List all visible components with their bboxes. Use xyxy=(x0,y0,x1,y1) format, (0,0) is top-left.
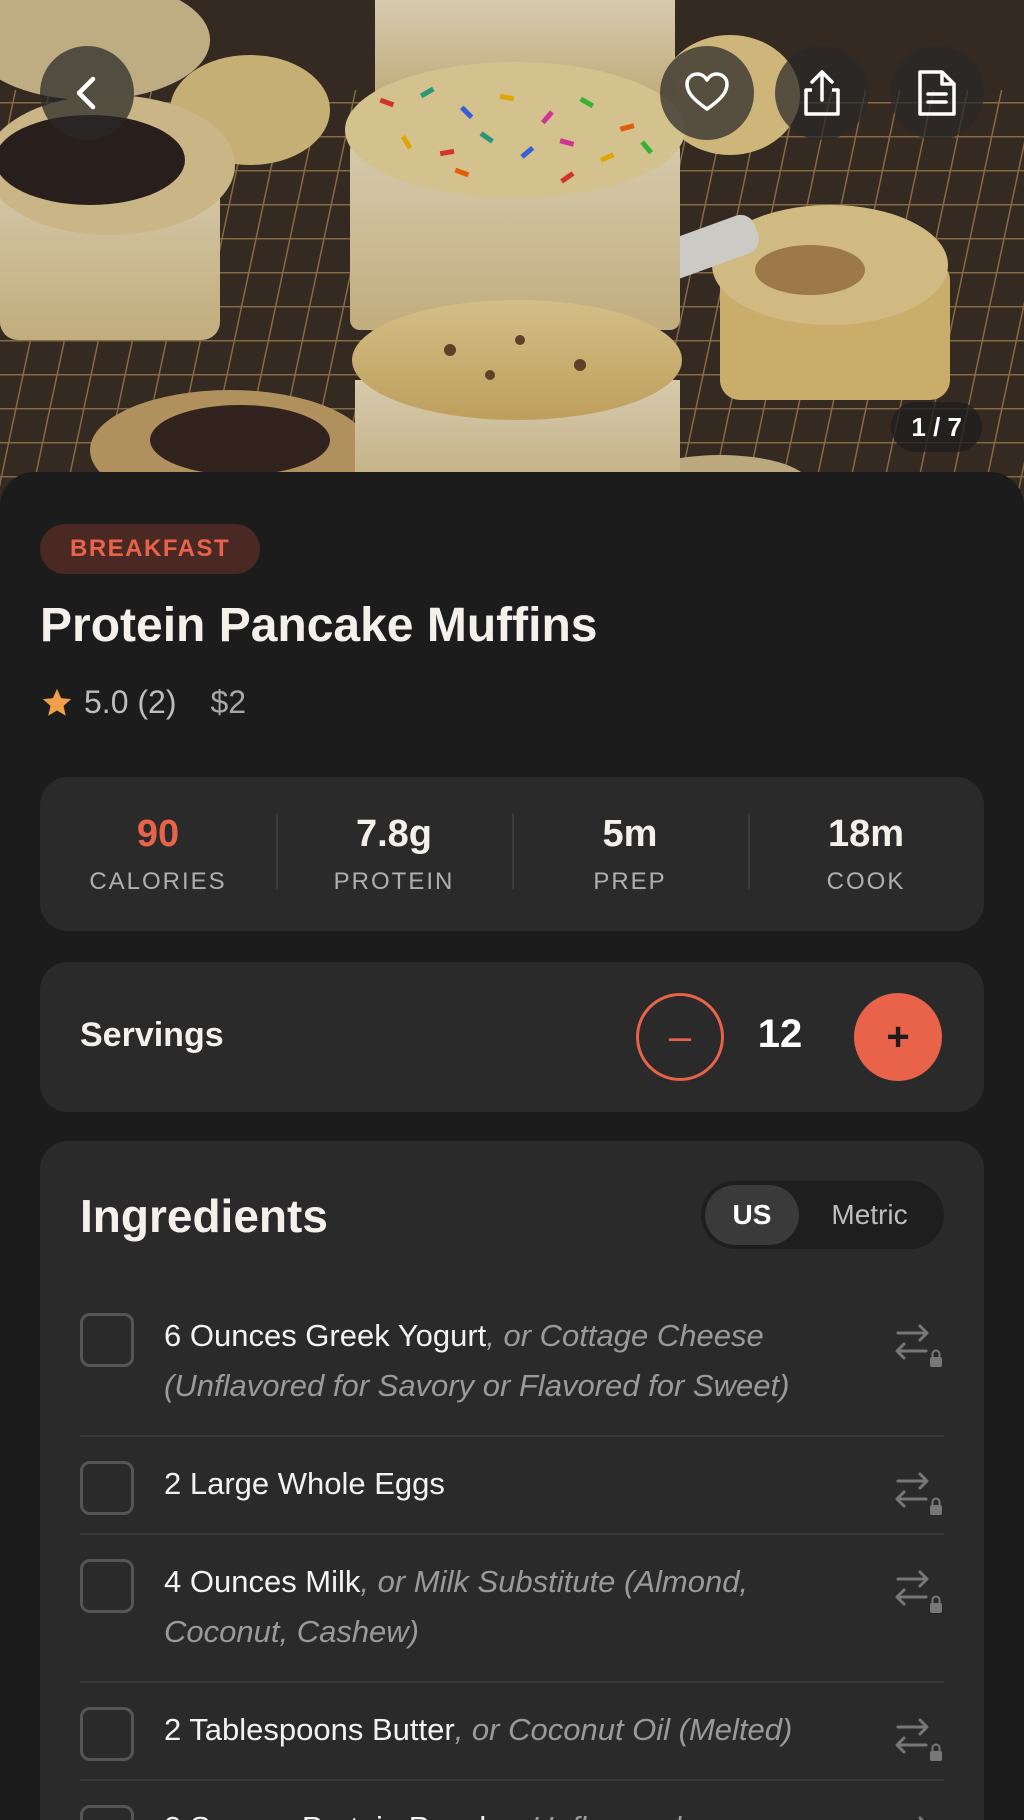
ingredient-row: 6 Ounces Greek Yogurt, or Cottage Cheese… xyxy=(80,1289,944,1437)
ingredients-card: Ingredients US Metric 6 Ounces Greek Yog… xyxy=(40,1141,984,1820)
servings-label: Servings xyxy=(80,1016,224,1054)
stat-value: 90 xyxy=(136,812,180,855)
stat-value: 18m xyxy=(827,812,905,855)
ingredient-main: 2 Tablespoons Butter xyxy=(164,1712,455,1747)
ingredient-checkbox[interactable] xyxy=(80,1559,134,1613)
nutrition-stats: 90 CALORIES 7.8g PROTEIN 5m PREP 18m COO… xyxy=(40,777,984,931)
swap-locked-icon[interactable] xyxy=(892,1319,944,1371)
ingredient-main: 4 Ounces Milk xyxy=(164,1564,361,1599)
swap-locked-icon[interactable] xyxy=(892,1467,944,1519)
share-icon xyxy=(804,70,840,116)
ingredient-text: 4 Ounces Milk, or Milk Substitute (Almon… xyxy=(164,1557,844,1657)
category-badge: BREAKFAST xyxy=(40,524,261,574)
servings-increase-button[interactable]: + xyxy=(854,993,942,1081)
back-button[interactable] xyxy=(40,46,134,140)
recipe-title: Protein Pancake Muffins xyxy=(40,599,598,652)
ingredient-text: 2 Large Whole Eggs xyxy=(164,1459,844,1509)
stat-label: PROTEIN xyxy=(333,867,455,895)
stat-value: 7.8g xyxy=(355,812,433,855)
stat-value: 5m xyxy=(602,812,658,855)
hero-image[interactable]: 1 / 7 xyxy=(0,0,1024,500)
price-text: $2 xyxy=(210,684,247,720)
ingredient-checkbox[interactable] xyxy=(80,1805,134,1820)
unit-toggle: US Metric xyxy=(701,1181,944,1249)
swap-locked-icon[interactable] xyxy=(892,1565,944,1617)
stat-protein: 7.8g PROTEIN xyxy=(276,812,512,896)
ingredient-text: 6 Ounces Greek Yogurt, or Cottage Cheese… xyxy=(164,1311,844,1411)
stat-label: PREP xyxy=(593,867,667,895)
unit-us-button[interactable]: US xyxy=(705,1185,799,1245)
servings-card: Servings – 12 + xyxy=(40,962,984,1112)
share-button[interactable] xyxy=(775,46,869,140)
ingredient-text: 2 Scoops Protein Powder, Unflavored xyxy=(164,1803,844,1820)
recipe-sheet: BREAKFAST Protein Pancake Muffins 5.0 (2… xyxy=(0,472,1024,1820)
ingredient-alternative: , or Coconut Oil (Melted) xyxy=(454,1712,793,1747)
stat-calories: 90 CALORIES xyxy=(40,813,276,896)
ingredient-checkbox[interactable] xyxy=(80,1313,134,1367)
unit-metric-button[interactable]: Metric xyxy=(799,1185,940,1245)
ingredient-alternative: , Unflavored xyxy=(514,1810,681,1820)
star-icon xyxy=(42,688,72,716)
swap-locked-icon[interactable] xyxy=(892,1811,944,1820)
ingredient-text: 2 Tablespoons Butter, or Coconut Oil (Me… xyxy=(164,1705,844,1755)
servings-decrease-button[interactable]: – xyxy=(636,993,724,1081)
image-counter: 1 / 7 xyxy=(891,402,982,452)
heart-icon xyxy=(685,72,729,111)
document-icon xyxy=(918,70,956,116)
notes-button[interactable] xyxy=(890,46,984,140)
ingredient-list: 6 Ounces Greek Yogurt, or Cottage Cheese… xyxy=(80,1289,944,1820)
ingredient-row: 2 Large Whole Eggs xyxy=(80,1437,944,1535)
ingredient-main: 2 Scoops Protein Powder xyxy=(164,1810,514,1820)
servings-value: 12 xyxy=(757,1012,803,1056)
ingredient-row: 2 Tablespoons Butter, or Coconut Oil (Me… xyxy=(80,1683,944,1781)
recipe-meta: 5.0 (2) $2 xyxy=(40,684,246,721)
muffins-photo xyxy=(0,0,1024,500)
stat-label: COOK xyxy=(826,867,906,895)
ingredient-row: 2 Scoops Protein Powder, Unflavored xyxy=(80,1781,944,1820)
ingredient-main: 6 Ounces Greek Yogurt xyxy=(164,1318,487,1353)
rating-text: 5.0 (2) xyxy=(84,684,177,720)
swap-locked-icon[interactable] xyxy=(892,1713,944,1765)
ingredient-checkbox[interactable] xyxy=(80,1461,134,1515)
ingredient-row: 4 Ounces Milk, or Milk Substitute (Almon… xyxy=(80,1535,944,1683)
chevron-left-icon xyxy=(76,76,96,110)
ingredient-main: 2 Large Whole Eggs xyxy=(164,1466,445,1501)
stat-label: CALORIES xyxy=(89,867,227,895)
ingredient-checkbox[interactable] xyxy=(80,1707,134,1761)
stat-prep: 5m PREP xyxy=(512,812,748,896)
ingredients-title: Ingredients xyxy=(80,1190,328,1242)
favorite-button[interactable] xyxy=(660,46,754,140)
stat-cook: 18m COOK xyxy=(748,812,984,896)
